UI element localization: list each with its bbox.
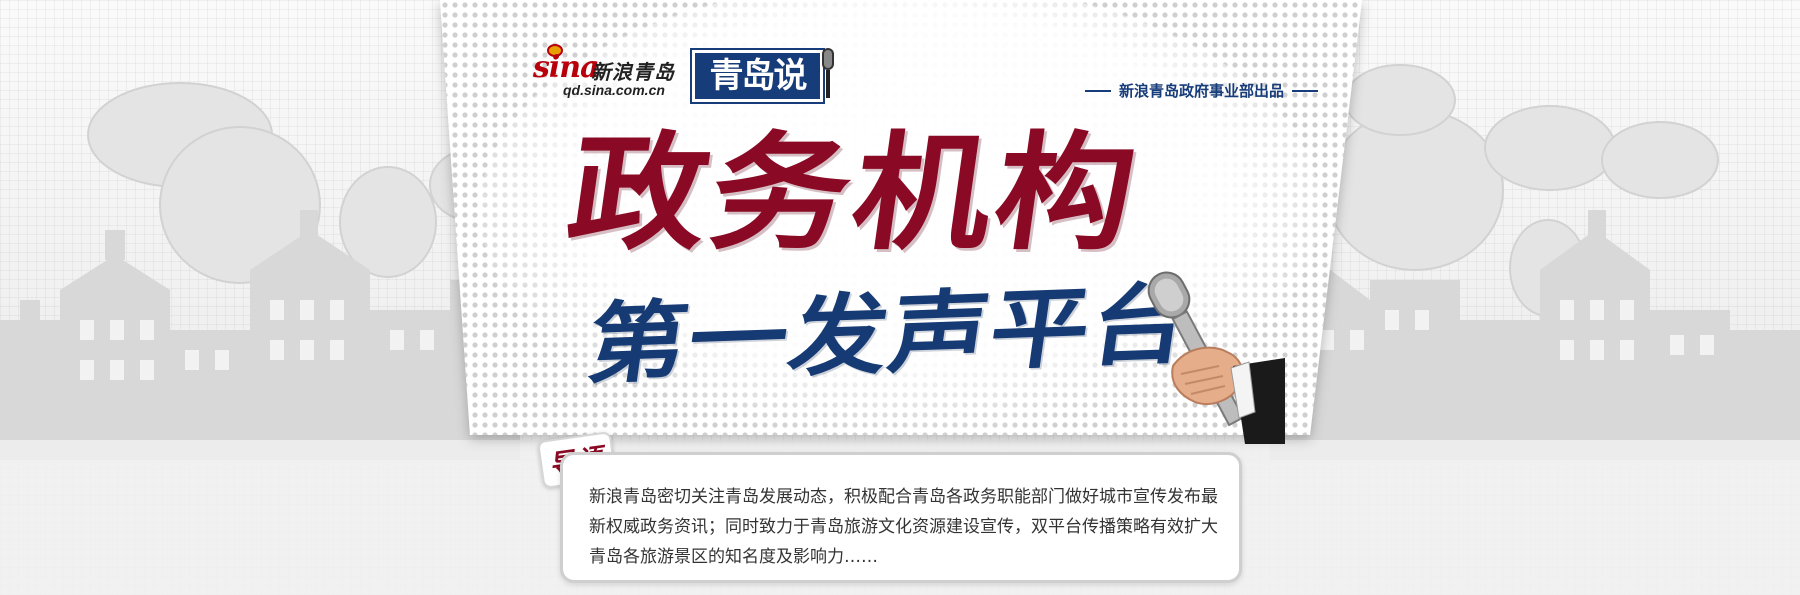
headline-line-1: 政务机构 (559, 117, 1149, 268)
sina-site-name: 新浪青岛 (591, 60, 675, 84)
sina-logo[interactable]: sina 新浪青岛 qd.sina.com.cn (533, 44, 693, 102)
divider-line-left (1085, 89, 1111, 92)
sina-wordmark: sina (533, 50, 600, 85)
program-logo[interactable]: 青岛说 (690, 48, 825, 104)
divider-line-right (1292, 89, 1319, 92)
headline-line-2: 第一发声平台 (581, 272, 1200, 397)
header-area: sina 新浪青岛 qd.sina.com.cn 青岛说 新浪青岛政府事业部出品… (0, 0, 1800, 444)
microphone-icon (822, 48, 834, 98)
intro-box: 新浪青岛密切关注青岛发展动态，积极配合青岛各政务职能部门做好城市宣传发布最新权威… (560, 452, 1242, 583)
producer-credit: 新浪青岛政府事业部出品 (1085, 80, 1319, 101)
hand-microphone-icon (1147, 271, 1285, 444)
intro-text: 新浪青岛密切关注青岛发展动态，积极配合青岛各政务职能部门做好城市宣传发布最新权威… (589, 487, 1218, 567)
producer-text: 新浪青岛政府事业部出品 (1119, 82, 1285, 100)
sina-site-url: qd.sina.com.cn (563, 82, 665, 98)
